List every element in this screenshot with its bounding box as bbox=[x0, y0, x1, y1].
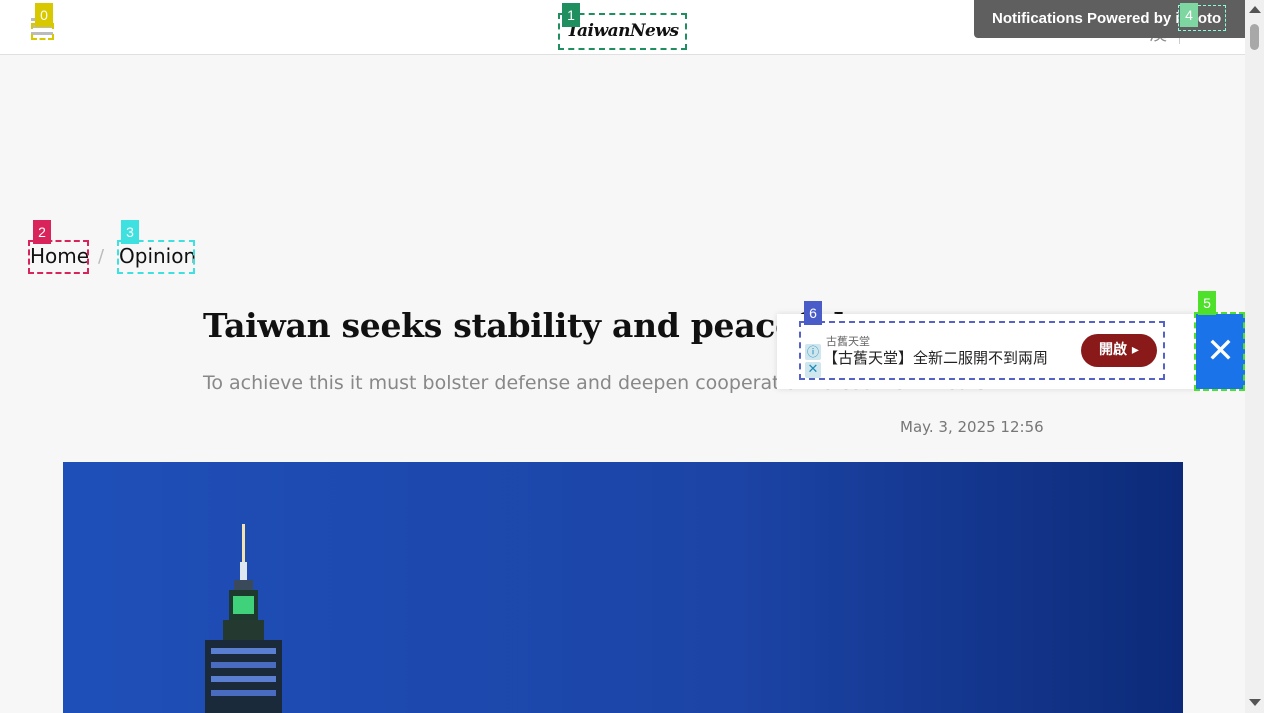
marker-tag-4: 4 bbox=[1180, 3, 1198, 27]
breadcrumb-separator: / bbox=[98, 246, 105, 267]
scroll-thumb[interactable] bbox=[1250, 24, 1259, 50]
article-date: May. 3, 2025 12:56 bbox=[900, 418, 1044, 436]
ad-content[interactable]: ⓘ ✕ 古舊天堂 【古舊天堂】全新二服開不到兩周 開啟 ▸ bbox=[799, 321, 1165, 380]
ad-open-button[interactable]: 開啟 ▸ bbox=[1081, 334, 1157, 367]
scrollbar[interactable] bbox=[1245, 0, 1264, 713]
marker-tag-0: 0 bbox=[35, 3, 53, 27]
marker-tag-6: 6 bbox=[804, 301, 822, 325]
page: TaiwanNews 漢 EN Home / Opinion Taiwan se… bbox=[0, 0, 1245, 713]
ad-info-icon[interactable]: ⓘ bbox=[805, 344, 821, 360]
ad-text[interactable]: 【古舊天堂】全新二服開不到兩周 bbox=[823, 347, 1048, 368]
ad-banner[interactable]: ⓘ ✕ 古舊天堂 【古舊天堂】全新二服開不到兩周 開啟 ▸ bbox=[777, 314, 1197, 389]
breadcrumb-category[interactable]: Opinion bbox=[119, 244, 196, 268]
scroll-down-icon[interactable] bbox=[1249, 699, 1261, 706]
marker-tag-3: 3 bbox=[121, 220, 139, 244]
breadcrumb-home[interactable]: Home bbox=[30, 244, 89, 268]
article-title: Taiwan seeks stability and peaceful bbox=[203, 306, 846, 345]
scroll-up-icon[interactable] bbox=[1249, 6, 1261, 13]
ad-dismiss-icon[interactable]: ✕ bbox=[805, 362, 821, 378]
marker-tag-1: 1 bbox=[562, 3, 580, 27]
ad-close-button[interactable]: ✕ bbox=[1196, 314, 1245, 389]
marker-tag-5: 5 bbox=[1198, 291, 1216, 315]
hero-image bbox=[63, 462, 1183, 713]
marker-tag-2: 2 bbox=[33, 220, 51, 244]
